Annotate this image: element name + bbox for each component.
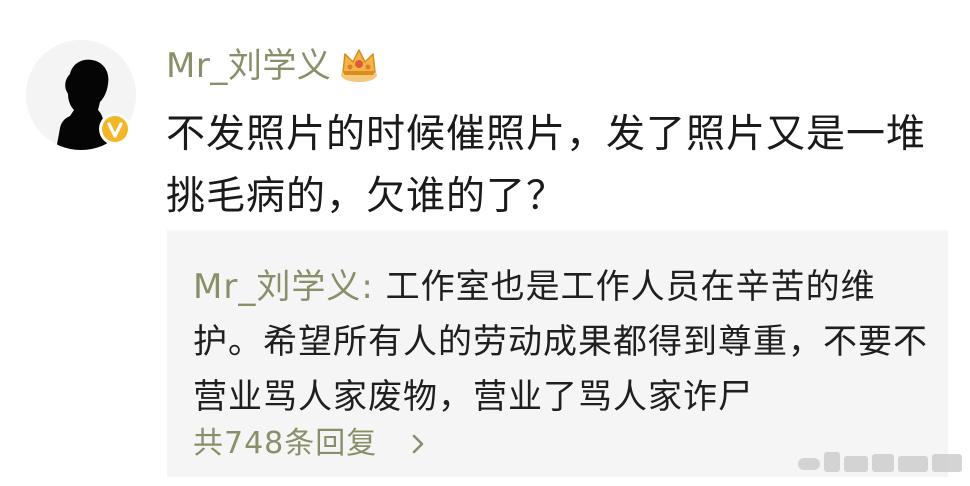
post-text: 不发照片的时候催照片，发了照片又是一堆挑毛病的，欠谁的了？ [166, 112, 927, 219]
watermark-icon [798, 452, 962, 472]
weibo-post: Mr_刘学义 不发照片的时候催照片，发了照片又是一堆挑毛病的，欠谁的了？ Mr_… [0, 0, 970, 486]
view-replies-link[interactable]: 共748条回复 [193, 424, 377, 464]
username[interactable]: Mr_刘学义 [166, 44, 331, 88]
chevron-right-icon[interactable] [411, 433, 425, 455]
reply-preview[interactable]: Mr_刘学义: 工作室也是工作人员在辛苦的维护。希望所有人的劳动成果都得到尊重，… [167, 230, 948, 477]
reply-separator: : [361, 267, 386, 307]
reply-text-block: Mr_刘学义: 工作室也是工作人员在辛苦的维护。希望所有人的劳动成果都得到尊重，… [193, 260, 933, 425]
reply-author[interactable]: Mr_刘学义 [193, 267, 361, 307]
verified-badge-icon [99, 113, 131, 145]
crown-icon [341, 49, 377, 82]
